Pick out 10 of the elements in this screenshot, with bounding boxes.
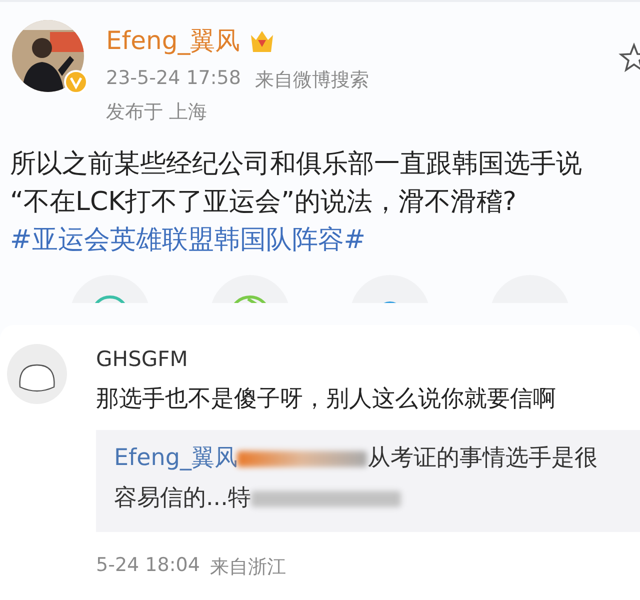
post-text: 所以之前某些经纪公司和俱乐部一直跟韩国选手说 “不在LCK打不了亚运会”的说法，滑不滑稽? #亚运会英雄联盟韩国队阵容# [9,148,583,257]
quoted-reply[interactable]: Efeng_翼风 从考证的事情选手是很 容易信的...特 [96,430,640,532]
comment-time: 5-24 18:04 [96,554,200,578]
post-location: 发布于 上海 [106,100,208,125]
comment-source: 来自浙江 [210,555,286,580]
avatar-drawing [6,343,68,405]
post-source: 来自微博搜索 [254,68,369,93]
post-time: 23-5-24 17:58 [106,67,241,91]
comment-text: 那选手也不是傻子呀，别人这么说你就要信啊 [96,385,557,414]
commenter-name[interactable]: GHSGFM [96,347,640,371]
